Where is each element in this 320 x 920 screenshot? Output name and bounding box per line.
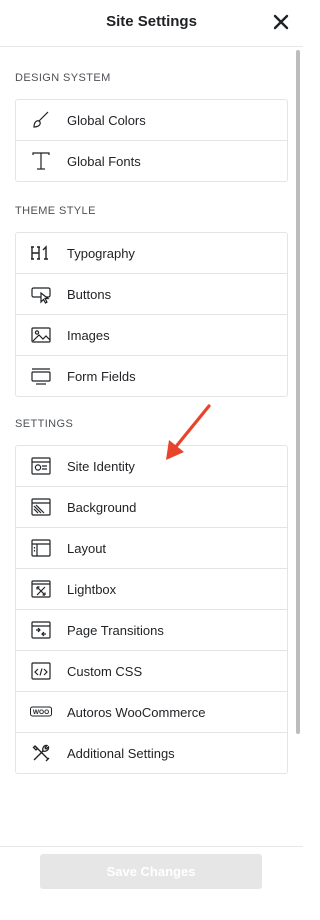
form-field-icon [30, 365, 52, 387]
menu-item-site-identity[interactable]: Site Identity [16, 446, 287, 486]
menu-item-lightbox[interactable]: Lightbox [16, 568, 287, 609]
section-label-theme-style: THEME STYLE [15, 205, 96, 217]
menu-item-label: Buttons [67, 286, 112, 302]
button-cursor-icon [30, 283, 52, 305]
menu-item-label: Lightbox [67, 581, 117, 597]
section-label-design-system: DESIGN SYSTEM [15, 72, 111, 84]
menu-item-additional-settings[interactable]: Additional Settings [16, 732, 287, 773]
menu-item-page-transitions[interactable]: Page Transitions [16, 609, 287, 650]
menu-item-label: Autoros WooCommerce [67, 704, 206, 720]
page-title: Site Settings [106, 13, 197, 30]
lightbox-icon [30, 578, 52, 600]
menu-item-label: Page Transitions [67, 622, 164, 638]
menu-item-label: Global Colors [67, 112, 146, 128]
menu-item-woocommerce[interactable]: WOO Autoros WooCommerce [16, 691, 287, 732]
scrollbar-thumb[interactable] [296, 50, 300, 734]
menu-item-label: Additional Settings [67, 745, 175, 761]
design-system-group: Global Colors Global Fonts [15, 99, 288, 182]
panel-footer: Save Changes [0, 846, 303, 920]
menu-item-images[interactable]: Images [16, 314, 287, 355]
menu-item-label: Images [67, 327, 110, 343]
h1-icon [30, 242, 52, 264]
brush-icon [30, 109, 52, 131]
panel-header: Site Settings [0, 0, 303, 47]
menu-item-global-fonts[interactable]: Global Fonts [16, 140, 287, 181]
annotation-arrow-icon [166, 404, 211, 460]
site-identity-icon [30, 455, 52, 477]
save-changes-button[interactable]: Save Changes [40, 854, 262, 889]
woocommerce-icon: WOO [30, 701, 52, 723]
menu-item-typography[interactable]: Typography [16, 233, 287, 273]
menu-item-label: Global Fonts [67, 153, 141, 169]
custom-css-icon [30, 660, 52, 682]
menu-item-label: Form Fields [67, 368, 136, 384]
image-icon [30, 324, 52, 346]
close-button[interactable] [271, 12, 291, 32]
menu-item-custom-css[interactable]: Custom CSS [16, 650, 287, 691]
tools-icon [30, 742, 52, 764]
menu-item-label: Site Identity [67, 458, 135, 474]
svg-text:WOO: WOO [33, 709, 49, 716]
close-icon [273, 14, 289, 30]
section-label-settings: SETTINGS [15, 418, 74, 430]
background-icon [30, 496, 52, 518]
menu-item-buttons[interactable]: Buttons [16, 273, 287, 314]
layout-icon [30, 537, 52, 559]
menu-item-background[interactable]: Background [16, 486, 287, 527]
menu-item-label: Typography [67, 245, 135, 261]
menu-item-label: Background [67, 499, 137, 515]
menu-item-global-colors[interactable]: Global Colors [16, 100, 287, 140]
menu-item-label: Custom CSS [67, 663, 143, 679]
menu-item-layout[interactable]: Layout [16, 527, 287, 568]
typeface-icon [30, 150, 52, 172]
page-transitions-icon [30, 619, 52, 641]
theme-style-group: Typography Buttons Images Form Fields [15, 232, 288, 397]
menu-item-label: Layout [67, 540, 107, 556]
settings-group: Site Identity Background Layout Lightbox… [15, 445, 288, 774]
menu-item-form-fields[interactable]: Form Fields [16, 355, 287, 396]
